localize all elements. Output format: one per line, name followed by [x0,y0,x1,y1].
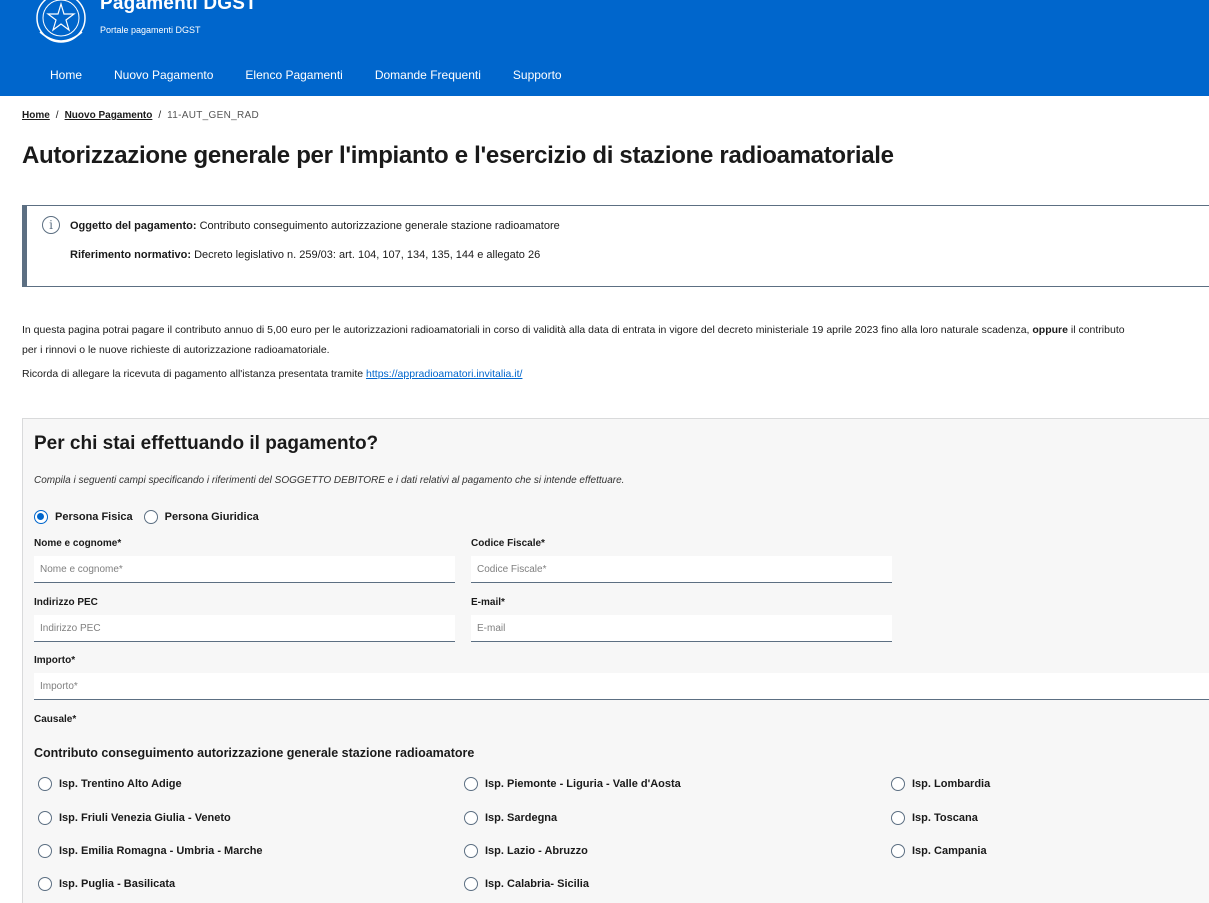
causale-option-label: Isp. Sardegna [485,812,558,824]
causale-radio[interactable] [891,811,905,825]
payment-object-value: Contributo conseguimento autorizzazione … [199,220,560,232]
causale-option[interactable]: Isp. Lombardia [891,777,990,791]
causale-radio[interactable] [464,844,478,858]
intro-text: In questa pagina potrai pagare il contri… [22,324,1033,336]
breadcrumb-nuovo-pagamento[interactable]: Nuovo Pagamento [65,110,153,121]
persona-giuridica-option[interactable]: Persona Giuridica [143,510,259,524]
importo-label: Importo* [34,655,76,666]
causale-option[interactable]: Isp. Lazio - Abruzzo [464,844,588,858]
legal-reference: Riferimento normativo: Decreto legislati… [70,249,540,261]
nav-elenco-pagamenti[interactable]: Elenco Pagamenti [229,60,358,92]
causale-option-label: Isp. Lombardia [912,778,991,790]
legal-reference-value: Decreto legislativo n. 259/03: art. 104,… [194,249,541,261]
causale-option[interactable]: Isp. Friuli Venezia Giulia - Veneto [38,811,231,825]
intro-paragraph: In questa pagina potrai pagare il contri… [22,320,1209,360]
intro-emphasis: oppure [1032,324,1068,336]
causale-radio[interactable] [464,877,478,891]
info-icon: i [42,216,60,234]
republic-emblem-icon[interactable] [32,0,90,48]
breadcrumb-separator: / [158,110,162,121]
causale-option-label: Isp. Toscana [912,812,978,824]
appradioamatori-link[interactable]: https://appradioamatori.invitalia.it/ [366,368,522,380]
breadcrumb: Home / Nuovo Pagamento / 11-AUT_GEN_RAD [22,110,259,121]
legal-reference-label: Riferimento normativo: [70,249,192,261]
causale-radio[interactable] [38,777,52,791]
causale-option[interactable]: Isp. Trentino Alto Adige [38,777,182,791]
persona-fisica-radio[interactable] [34,510,48,524]
persona-giuridica-label: Persona Giuridica [164,511,259,523]
causale-radio[interactable] [38,877,52,891]
nav-nuovo-pagamento[interactable]: Nuovo Pagamento [98,60,229,92]
persona-giuridica-radio[interactable] [143,510,158,524]
causale-option-label: Isp. Piemonte - Liguria - Valle d'Aosta [485,778,681,790]
causale-option[interactable]: Isp. Piemonte - Liguria - Valle d'Aosta [464,777,681,791]
causale-radio[interactable] [891,844,905,858]
persona-fisica-label: Persona Fisica [55,511,133,523]
importo-input[interactable] [34,673,1209,700]
nav-supporto[interactable]: Supporto [497,60,578,92]
form-title: Per chi stai effettuando il pagamento? [34,433,379,454]
breadcrumb-separator: / [55,110,59,121]
intro-line-1: In questa pagina potrai pagare il contri… [22,320,1209,340]
causale-radio[interactable] [464,777,478,791]
causale-radio[interactable] [38,844,52,858]
causale-option-label: Isp. Puglia - Basilicata [59,878,176,890]
causale-option[interactable]: Isp. Puglia - Basilicata [38,877,175,891]
payer-form-card: Per chi stai effettuando il pagamento? C… [22,418,1209,903]
nav-home[interactable]: Home [34,60,98,92]
nome-label: Nome e cognome* [34,538,122,549]
causale-option[interactable]: Isp. Calabria- Sicilia [464,877,589,891]
codice-fiscale-input[interactable] [471,556,892,583]
causale-option[interactable]: Isp. Campania [891,844,987,858]
payment-info-callout: i Oggetto del pagamento: Contributo cons… [22,205,1209,287]
breadcrumb-home[interactable]: Home [22,110,50,121]
site-subtitle: Portale pagamenti DGST [100,25,201,35]
main-nav: Home Nuovo Pagamento Elenco Pagamenti Do… [34,60,578,92]
site-header: Pagamenti DGST Portale pagamenti DGST Ho… [0,0,1209,96]
email-label: E-mail* [471,597,505,608]
intro-line-2: per i rinnovi o le nuove richieste di au… [22,344,330,356]
breadcrumb-current: 11-AUT_GEN_RAD [167,110,259,121]
causale-option[interactable]: Isp. Sardegna [464,811,557,825]
causale-section-title: Contributo conseguimento autorizzazione … [34,746,475,760]
intro-text: il contributo [1067,324,1125,336]
reminder-label: Ricorda di allegare la ricevuta di pagam… [22,368,367,380]
payment-object-label: Oggetto del pagamento: [70,220,197,232]
subject-type-group: Persona Fisica Persona Giuridica [34,510,270,524]
causale-option-label: Isp. Friuli Venezia Giulia - Veneto [59,812,231,824]
payment-object: Oggetto del pagamento: Contributo conseg… [70,220,560,232]
causale-radio[interactable] [891,777,905,791]
causale-option-label: Isp. Lazio - Abruzzo [485,845,588,857]
page-title: Autorizzazione generale per l'impianto e… [22,142,894,169]
causale-option-label: Isp. Emilia Romagna - Umbria - Marche [59,845,263,857]
causale-option-label: Isp. Trentino Alto Adige [59,778,182,790]
pec-input[interactable] [34,615,455,642]
causale-radio[interactable] [38,811,52,825]
persona-fisica-option[interactable]: Persona Fisica [34,510,133,524]
nome-cognome-input[interactable] [34,556,455,583]
site-title[interactable]: Pagamenti DGST [100,0,257,15]
causale-option[interactable]: Isp. Toscana [891,811,978,825]
form-hint: Compila i seguenti campi specificando i … [34,475,625,486]
causale-radio[interactable] [464,811,478,825]
causale-option-label: Isp. Calabria- Sicilia [485,878,589,890]
reminder-text: Ricorda di allegare la ricevuta di pagam… [22,368,522,380]
causale-option-label: Isp. Campania [912,845,987,857]
email-input[interactable] [471,615,892,642]
nav-domande-frequenti[interactable]: Domande Frequenti [359,60,497,92]
causale-label: Causale* [34,714,77,725]
causale-option[interactable]: Isp. Emilia Romagna - Umbria - Marche [38,844,263,858]
codice-fiscale-label: Codice Fiscale* [471,538,545,549]
pec-label: Indirizzo PEC [34,597,98,608]
